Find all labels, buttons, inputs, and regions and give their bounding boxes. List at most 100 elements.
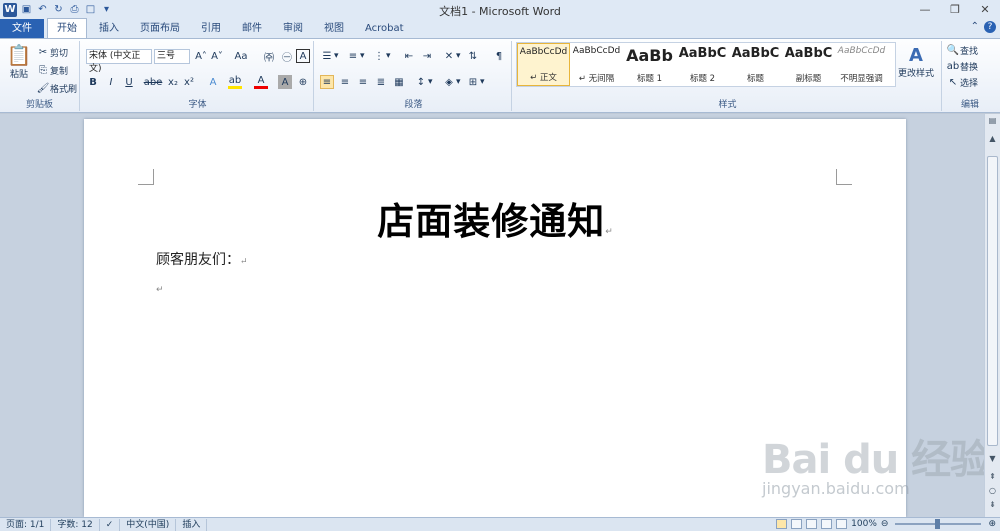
style-subtle-emphasis[interactable]: AaBbCcDd 不明显强调 [835,43,888,86]
italic-button[interactable]: I [104,75,118,89]
prev-page-icon[interactable]: ⇞ [987,472,998,484]
bold-button[interactable]: B [86,75,100,89]
style-heading-2[interactable]: AaBbC 标题 2 [676,43,729,86]
word-count[interactable]: 字数: 12 [51,518,100,531]
format-painter-button[interactable]: 🖌 格式刷 [36,81,77,95]
page-count[interactable]: 页面: 1/1 [0,518,52,531]
align-center-button[interactable]: ≡ [338,75,352,89]
browse-object-icon[interactable]: ○ [987,486,998,498]
zoom-out-icon[interactable]: ⊖ [881,519,889,529]
font-color-icon[interactable]: A [254,75,268,89]
zoom-slider[interactable] [895,519,982,529]
print-layout-view-icon[interactable] [776,519,788,529]
greeting-line[interactable]: 顾客朋友们：↵ [156,249,248,269]
style-no-spacing[interactable]: AaBbCcDd ↵ 无间隔 [570,43,623,86]
superscript-button[interactable]: x² [182,75,196,89]
restore-button[interactable]: ❐ [940,0,970,19]
scroll-up-icon[interactable]: ▲ [987,134,998,146]
tab-insert[interactable]: 插入 [90,20,128,38]
subscript-button[interactable]: x₂ [166,75,180,89]
select-button[interactable]: ↖ 选择 [946,75,978,89]
document-title[interactable]: 店面装修通知↵ [84,191,906,245]
language-indicator[interactable]: 中文(中国) [120,518,177,531]
change-styles-button[interactable]: A 更改样式 [898,45,934,79]
proofing-icon[interactable]: ✓ [100,518,121,531]
style-heading-1[interactable]: AaBb 标题 1 [623,43,676,86]
highlight-icon[interactable]: ab [228,75,242,89]
font-name-select[interactable]: 宋体 (中文正文) [86,49,152,74]
grow-font-button[interactable]: A˄ [194,49,208,63]
decrease-indent-icon[interactable]: ⇤ [402,49,416,63]
insert-mode[interactable]: 插入 [176,518,208,531]
sort-icon[interactable]: ⇅ [466,49,480,63]
enclose-icon[interactable]: ⊕ [296,75,310,89]
ribbon: 📋 粘贴 ✂ 剪切 ⎘ 复制 🖌 格式刷 剪贴板 宋体 (中文正文) 三号 A˄ A˅… [0,39,1000,113]
distributed-button[interactable]: ▦ [392,75,406,89]
style-subtitle[interactable]: AaBbC 副标题 [782,43,835,86]
tab-home[interactable]: 开始 [47,18,87,38]
zoom-level[interactable]: 100% [851,519,877,529]
char-shading-icon[interactable]: A [278,75,292,89]
tab-file[interactable]: 文件 [0,19,44,38]
tab-mailings[interactable]: 邮件 [233,20,271,38]
show-marks-icon[interactable]: ¶ [492,49,506,63]
enclosed-char-icon[interactable]: ㊀ [280,49,294,64]
multilevel-icon[interactable]: ⋮ ▾ [372,49,391,63]
minimize-button[interactable]: — [910,0,940,19]
outline-view-icon[interactable] [821,519,833,529]
line-spacing-icon[interactable]: ↕ ▾ [414,75,433,89]
save-icon[interactable]: ▣ [20,3,33,16]
ruler-toggle-icon[interactable]: ▤ [987,116,998,128]
find-button[interactable]: 🔍 查找 [946,43,978,57]
align-left-button[interactable]: ≡ [320,75,334,89]
underline-button[interactable]: U [122,75,136,89]
empty-paragraph[interactable]: ↵ [156,285,164,295]
increase-indent-icon[interactable]: ⇥ [420,49,434,63]
redo-icon[interactable]: ↻ [52,3,65,16]
shading-icon[interactable]: ◈ ▾ [442,75,460,89]
zoom-knob[interactable] [935,519,941,529]
word-logo-icon[interactable]: W [3,2,17,17]
replace-button[interactable]: ab 替换 [946,59,978,73]
cut-button[interactable]: ✂ 剪切 [36,45,68,59]
paste-button[interactable]: 📋 粘贴 [6,43,32,80]
help-icon[interactable]: ? [984,21,996,33]
shrink-font-button[interactable]: A˅ [210,49,224,63]
format-painter-icon: 🖌 [36,82,50,94]
style-normal[interactable]: AaBbCcDd ↵ 正文 [517,43,570,86]
print-preview-icon[interactable]: ⎙ [68,3,81,16]
next-page-icon[interactable]: ⇟ [987,500,998,512]
align-right-button[interactable]: ≡ [356,75,370,89]
minimize-ribbon-icon[interactable]: ⌃ [971,21,979,33]
full-screen-view-icon[interactable] [791,519,803,529]
font-size-select[interactable]: 三号 [154,49,190,64]
bullets-icon[interactable]: ☰ ▾ [320,49,339,63]
copy-button[interactable]: ⎘ 复制 [36,63,68,77]
phonetic-guide-icon[interactable]: ㈜ [262,49,276,64]
style-title[interactable]: AaBbC 标题 [729,43,782,86]
tab-references[interactable]: 引用 [192,20,230,38]
web-layout-view-icon[interactable] [806,519,818,529]
close-button[interactable]: ✕ [970,0,1000,19]
vertical-scrollbar[interactable]: ▤ ▲ ▼ ⇞ ○ ⇟ [984,114,1000,517]
scroll-down-icon[interactable]: ▼ [987,454,998,466]
char-border-icon[interactable]: A [296,49,310,63]
change-case-button[interactable]: Aa [232,49,250,63]
tab-page-layout[interactable]: 页面布局 [131,20,189,38]
borders-icon[interactable]: ⊞ ▾ [466,75,485,89]
numbering-icon[interactable]: ≡ ▾ [346,49,365,63]
draft-view-icon[interactable] [836,519,848,529]
chinese-layout-icon[interactable]: ✕ ▾ [442,49,461,63]
tab-acrobat[interactable]: Acrobat [356,20,413,38]
new-doc-icon[interactable]: □ [84,3,97,16]
tab-review[interactable]: 审阅 [274,20,312,38]
tab-view[interactable]: 视图 [315,20,353,38]
scroll-thumb[interactable] [987,156,998,446]
justify-button[interactable]: ≣ [374,75,388,89]
customize-icon[interactable]: ▾ [100,3,113,16]
status-right: 100% ⊖ ⊕ [776,519,996,529]
strikethrough-button[interactable]: abe [144,75,163,89]
undo-icon[interactable]: ↶ [36,3,49,16]
text-effects-icon[interactable]: A [206,75,220,89]
zoom-in-icon[interactable]: ⊕ [988,519,996,529]
